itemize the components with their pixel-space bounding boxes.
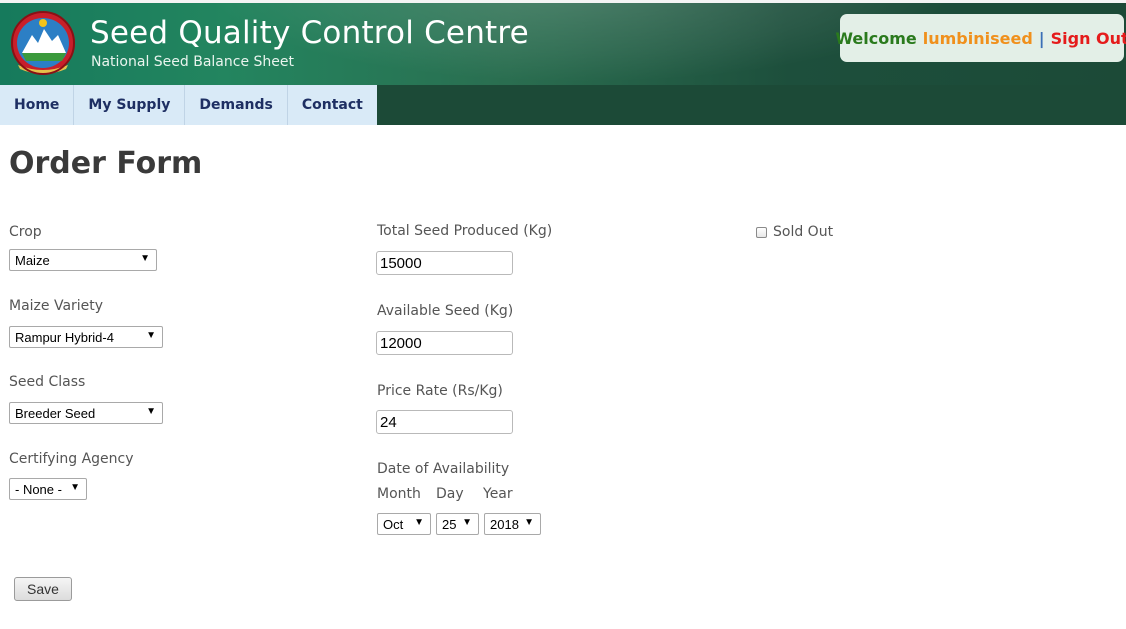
year-select[interactable]: 2018 ▼ [484,513,541,535]
month-select-value: Oct [383,516,404,532]
crop-select[interactable]: Maize ▼ [9,249,157,271]
month-select[interactable]: Oct ▼ [377,513,431,535]
nav-item-my-supply[interactable]: My Supply [74,85,186,125]
chevron-down-icon: ▼ [70,482,80,493]
nav-item-demands[interactable]: Demands [185,85,288,125]
agency-select-value: - None - [15,481,62,497]
sold-out-checkbox[interactable] [756,227,767,238]
site-header: Seed Quality Control Centre National See… [0,3,1126,85]
total-seed-input[interactable]: 15000 [376,251,513,275]
chevron-down-icon: ▼ [146,330,156,341]
chevron-down-icon: ▼ [146,406,156,417]
username-link[interactable]: lumbiniseed [923,29,1033,48]
chevron-down-icon: ▼ [462,517,472,528]
price-rate-label: Price Rate (Rs/Kg) [377,383,503,399]
price-rate-input[interactable]: 24 [376,410,513,434]
total-seed-label: Total Seed Produced (Kg) [377,223,553,239]
variety-select-value: Rampur Hybrid-4 [15,329,114,345]
main-nav: Home My Supply Demands Contact [0,85,1126,125]
day-select[interactable]: 25 ▼ [436,513,479,535]
chevron-down-icon: ▼ [524,517,534,528]
site-subtitle: National Seed Balance Sheet [91,54,294,70]
year-label: Year [483,486,513,502]
month-label: Month [377,486,421,502]
separator: | [1038,28,1045,48]
site-title: Seed Quality Control Centre [90,15,529,51]
page-title: Order Form [9,146,203,181]
sold-out-label: Sold Out [773,224,834,240]
variety-select[interactable]: Rampur Hybrid-4 ▼ [9,326,163,348]
sign-out-link[interactable]: Sign Out [1051,29,1126,48]
nav-items: Home My Supply Demands Contact [0,85,377,125]
user-panel: Welcome lumbiniseed | Sign Out [835,14,1126,62]
seed-class-label: Seed Class [9,374,86,390]
crop-select-value: Maize [15,252,50,268]
day-select-value: 25 [442,516,457,532]
welcome-text: Welcome [835,28,917,48]
date-label: Date of Availability [377,461,510,477]
agency-label: Certifying Agency [9,451,134,467]
save-button[interactable]: Save [14,577,72,601]
chevron-down-icon: ▼ [140,253,150,264]
available-seed-label: Available Seed (Kg) [377,303,514,319]
chevron-down-icon: ▼ [414,517,424,528]
nepal-emblem-icon [11,11,75,75]
agency-select[interactable]: - None - ▼ [9,478,87,500]
year-select-value: 2018 [490,516,519,532]
day-label: Day [436,486,464,502]
seed-class-select[interactable]: Breeder Seed ▼ [9,402,163,424]
crop-label: Crop [9,224,42,240]
variety-label: Maize Variety [9,298,104,314]
seed-class-select-value: Breeder Seed [15,405,96,421]
nav-item-home[interactable]: Home [0,85,75,125]
available-seed-input[interactable]: 12000 [376,331,513,355]
nav-item-contact[interactable]: Contact [288,85,377,125]
